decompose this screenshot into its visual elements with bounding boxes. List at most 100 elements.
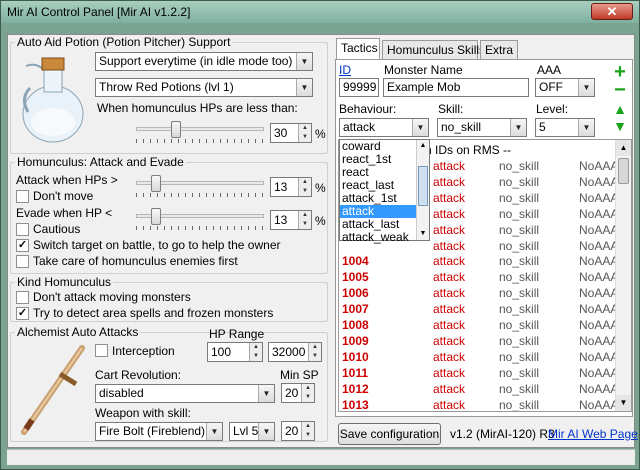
dont-attack-moving-checkbox[interactable]	[16, 291, 29, 304]
spinner-arrows-icon[interactable]: ▲ ▼	[301, 384, 314, 402]
row-behaviour: attack	[433, 254, 466, 269]
skill-select[interactable]: no_skill ▼	[437, 118, 527, 137]
hp-min-spinner[interactable]: 100 ▲ ▼	[207, 342, 263, 362]
interception-label: Interception	[112, 344, 175, 358]
spinner-arrows-icon[interactable]: ▲ ▼	[298, 178, 311, 196]
attack-legend: Homunculus: Attack and Evade	[15, 155, 186, 169]
potion-mode-select[interactable]: Support everytime (in idle mode too) ▼	[95, 52, 313, 71]
scroll-up-icon[interactable]: ▲	[616, 140, 631, 156]
status-bar	[7, 449, 635, 465]
evade-hp-spinner[interactable]: 13 ▲ ▼	[270, 210, 312, 230]
id-column-link[interactable]: ID	[339, 63, 351, 77]
attack-hp-slider[interactable]	[136, 175, 264, 197]
aaa-value: OFF	[539, 80, 563, 94]
row-skill: no_skill	[499, 206, 540, 221]
add-plus-icon[interactable]: +	[612, 62, 628, 82]
list-row[interactable]: 1004 attack no_skill NoAAA	[339, 253, 618, 269]
cautious-checkbox[interactable]	[16, 223, 29, 236]
weapon-skill-value: Fire Bolt (Fireblend)	[99, 424, 206, 438]
row-behaviour: attack	[433, 159, 466, 173]
list-row[interactable]: 1007 attack no_skill NoAAA	[339, 301, 619, 317]
weapon-skill-select[interactable]: Fire Bolt (Fireblend) ▼	[95, 422, 223, 441]
list-row[interactable]: 1005 attack no_skill NoAAA	[339, 269, 619, 285]
spinner-arrows-icon[interactable]: ▲ ▼	[301, 422, 314, 440]
slider-thumb[interactable]	[171, 121, 182, 138]
potion-hp-spinner[interactable]: 30 ▲ ▼	[270, 123, 312, 143]
take-care-checkbox[interactable]	[16, 255, 29, 268]
list-scrollbar[interactable]: ▲ ▼	[615, 140, 631, 411]
tab-tactics[interactable]: Tactics	[336, 38, 380, 59]
move-up-icon[interactable]: ▲	[612, 101, 628, 117]
cart-revolution-select[interactable]: disabled ▼	[95, 384, 275, 403]
row-id: 1013	[342, 397, 369, 412]
spinner-arrows-icon[interactable]: ▲ ▼	[298, 211, 311, 229]
interception-checkbox[interactable]	[95, 344, 108, 357]
weapon-skill-label: Weapon with skill:	[95, 406, 191, 420]
potion-type-select[interactable]: Throw Red Potions (lvl 1) ▼	[95, 78, 313, 97]
weapon-min-sp-spinner[interactable]: 20 ▲ ▼	[281, 421, 315, 441]
scroll-down-icon[interactable]: ▼	[417, 228, 429, 240]
row-behaviour: attack	[433, 174, 466, 189]
tab-extra[interactable]: Extra	[480, 40, 518, 59]
list-row[interactable]: 1012 attack no_skill NoAAA	[339, 381, 618, 397]
list-row[interactable]: 1011 attack no_skill NoAAA	[339, 365, 618, 381]
version-label: v1.2 (MirAI-120) R3	[450, 427, 555, 441]
scroll-up-icon[interactable]: ▲	[417, 140, 429, 152]
list-row[interactable]: 1008 attack no_skill NoAAA	[339, 317, 618, 333]
switch-target-checkbox[interactable]: ✓	[16, 239, 29, 252]
row-id: 1004	[342, 254, 369, 269]
monster-name-input[interactable]: Example Mob	[383, 78, 529, 97]
sword-icon	[21, 345, 85, 435]
hp-range-label: HP Range	[209, 327, 265, 341]
close-button[interactable]: ✕	[591, 3, 633, 20]
dropdown-scrollbar[interactable]: ▲ ▼	[416, 140, 429, 240]
behaviour-dropdown-list[interactable]: coward react_1st react react_last attack_1st…	[339, 139, 430, 244]
potion-type-value: Throw Red Potions (lvl 1)	[99, 80, 234, 94]
potion-hp-slider[interactable]	[136, 121, 264, 143]
chevron-down-icon: ▼	[206, 423, 222, 440]
scroll-thumb[interactable]	[618, 158, 629, 184]
spinner-arrows-icon[interactable]: ▲ ▼	[249, 343, 262, 361]
spinner-arrows-icon[interactable]: ▲ ▼	[308, 343, 321, 361]
slider-thumb[interactable]	[151, 208, 162, 225]
hp-max-spinner[interactable]: 32000 ▲ ▼	[268, 342, 322, 362]
attack-hp-spinner[interactable]: 13 ▲ ▼	[270, 177, 312, 197]
dont-move-checkbox[interactable]	[16, 190, 29, 203]
slider-thumb[interactable]	[151, 175, 162, 192]
list-row[interactable]: 1010 attack no_skill NoAAA	[339, 349, 619, 365]
move-down-icon[interactable]: ▼	[612, 118, 628, 134]
row-behaviour: attack	[433, 333, 466, 348]
title-bar: Mir AI Control Panel [Mir AI v1.2.2] ✕	[1, 1, 639, 23]
row-behaviour: attack	[433, 222, 466, 237]
behaviour-select[interactable]: attack ▼	[339, 118, 429, 137]
weapon-level-select[interactable]: Lvl 5 ▼	[229, 422, 275, 441]
row-skill: no_skill	[499, 222, 540, 237]
web-page-link[interactable]: Mir AI Web Page	[548, 427, 638, 441]
aaa-select[interactable]: OFF ▼	[535, 78, 595, 97]
remove-minus-icon[interactable]: −	[612, 80, 628, 100]
evade-hp-value: 13	[274, 213, 288, 227]
spinner-arrows-icon[interactable]: ▲ ▼	[298, 124, 311, 142]
row-aaa: NoAAA	[579, 270, 619, 285]
row-behaviour: attack	[433, 190, 466, 205]
cart-min-sp-spinner[interactable]: 20 ▲ ▼	[281, 383, 315, 403]
chevron-down-icon: ▼	[258, 423, 274, 440]
list-row[interactable]: 1013 attack no_skill NoAAA	[339, 397, 618, 412]
row-aaa: NoAAA	[579, 302, 619, 317]
save-configuration-button[interactable]: Save configuration	[338, 423, 441, 445]
row-skill: no_skill	[499, 286, 540, 301]
detect-area-checkbox[interactable]: ✓	[16, 307, 29, 320]
level-select[interactable]: 5 ▼	[535, 118, 595, 137]
level-value: 5	[539, 120, 546, 134]
scroll-thumb[interactable]	[418, 166, 428, 206]
list-row[interactable]: 1009 attack no_skill NoAAA	[339, 333, 618, 349]
monster-name-label: Monster Name	[384, 63, 463, 77]
id-input[interactable]: 99999	[339, 78, 379, 97]
list-row[interactable]: 1006 attack no_skill NoAAA	[339, 285, 618, 301]
tab-homunculus-skills[interactable]: Homunculus Skills	[382, 40, 485, 59]
row-aaa: NoAAA	[579, 349, 619, 364]
scroll-down-icon[interactable]: ▼	[616, 395, 631, 411]
row-skill: no_skill	[499, 381, 540, 396]
weapon-min-sp-value: 20	[285, 424, 299, 438]
evade-hp-slider[interactable]	[136, 208, 264, 230]
